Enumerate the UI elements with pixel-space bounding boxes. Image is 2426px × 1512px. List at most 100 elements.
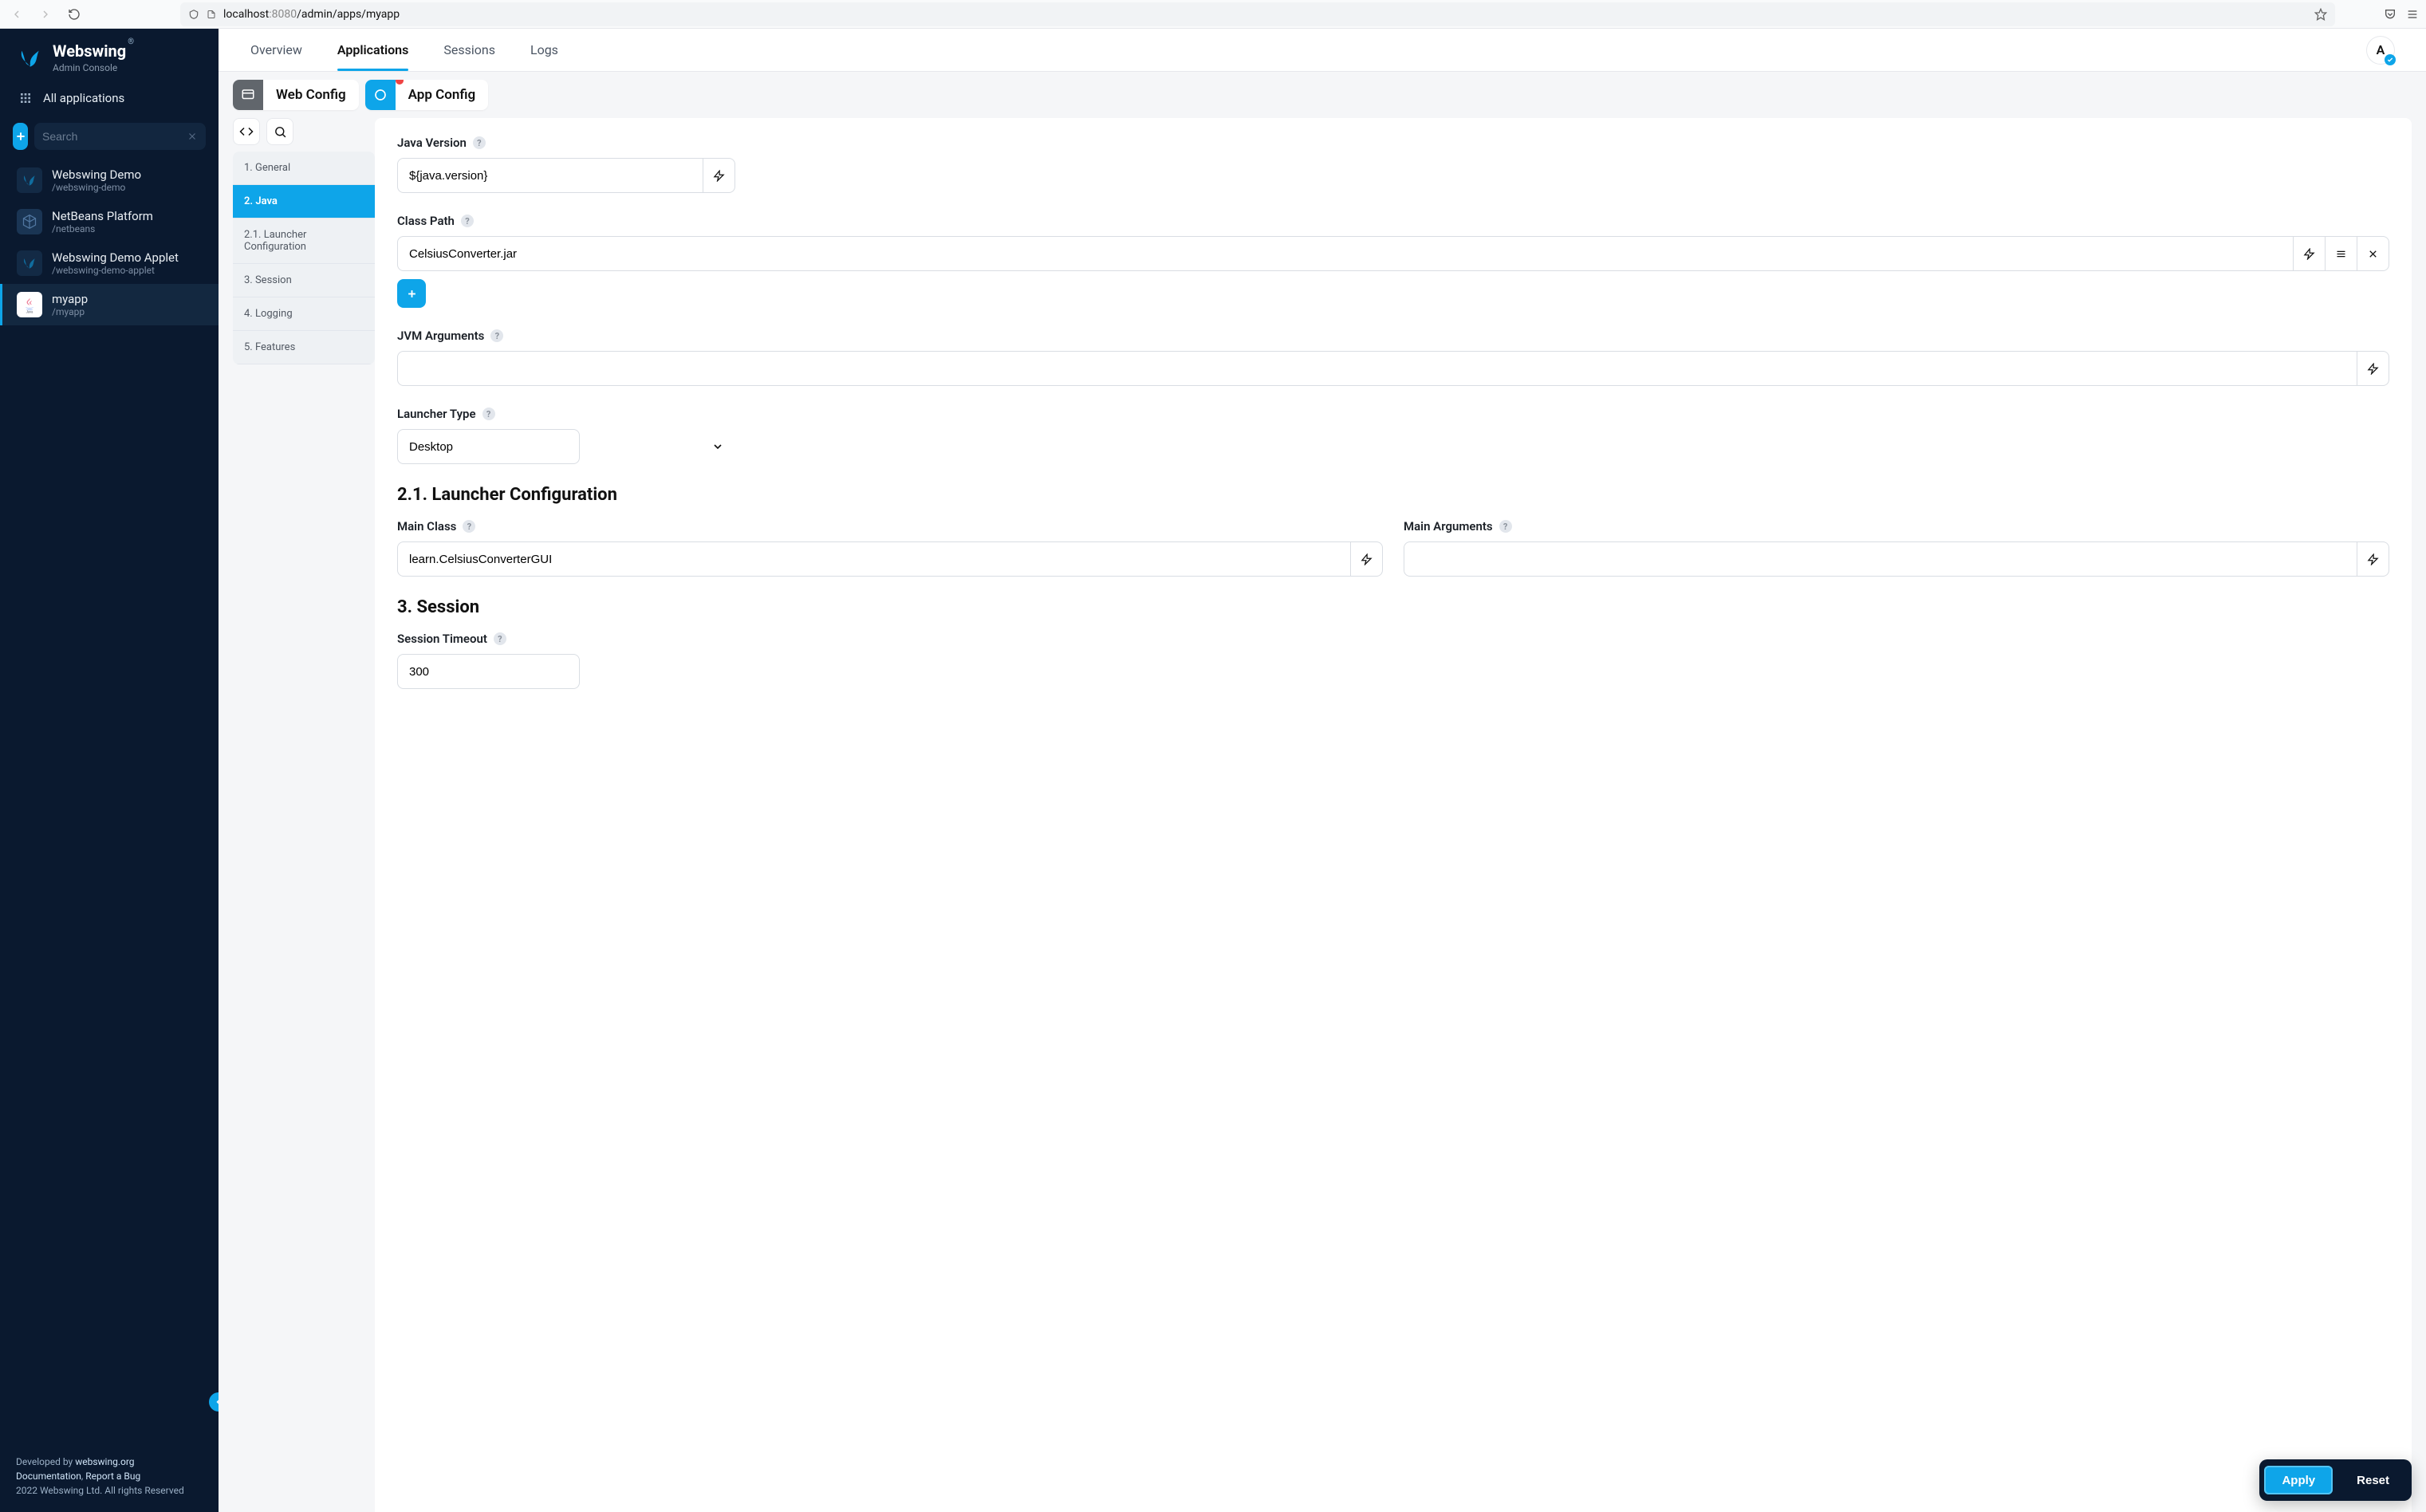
clear-search-icon[interactable] (187, 131, 198, 142)
toc-item-java[interactable]: 2. Java (233, 185, 375, 219)
help-icon[interactable]: ? (482, 408, 495, 420)
help-icon[interactable]: ? (1499, 520, 1512, 533)
app-item-myapp[interactable]: Java myapp/myapp (0, 284, 219, 325)
json-view-button[interactable] (233, 118, 260, 145)
toc-item-launcher-configuration[interactable]: 2.1. Launcher Configuration (233, 219, 375, 264)
tab-web-config[interactable]: Web Config (233, 80, 359, 110)
add-app-button[interactable] (13, 123, 28, 150)
reset-button[interactable]: Reset (2339, 1466, 2407, 1494)
label-main-class: Main Class? (397, 519, 1383, 534)
sidebar-all-applications[interactable]: All applications (0, 80, 219, 116)
input-session-timeout[interactable] (397, 654, 580, 689)
tab-app-config-label: App Config (396, 87, 489, 103)
main: Overview Applications Sessions Logs A We… (219, 29, 2426, 1512)
app-list: Webswing Demo/webswing-demo NetBeans Pla… (0, 159, 219, 1443)
footer-link-documentation[interactable]: Documentation (16, 1471, 81, 1482)
shield-icon (188, 9, 199, 20)
toc-item-features[interactable]: 5. Features (233, 331, 375, 364)
apply-button[interactable]: Apply (2264, 1466, 2333, 1494)
app-icon (17, 209, 42, 234)
variable-resolve-button[interactable] (2294, 236, 2326, 271)
add-classpath-entry-button[interactable] (397, 279, 426, 308)
hamburger-icon[interactable] (2405, 7, 2420, 22)
form-panel: Java Version? Class Path? (375, 118, 2412, 1512)
help-icon[interactable]: ? (494, 632, 506, 645)
tab-sessions[interactable]: Sessions (443, 30, 495, 70)
tab-applications[interactable]: Applications (337, 30, 408, 70)
app-name: Webswing Demo Applet (52, 250, 179, 265)
input-main-arguments[interactable] (1404, 541, 2357, 577)
avatar-initial: A (2377, 42, 2385, 57)
sidebar-all-applications-label: All applications (43, 91, 124, 105)
app-name: myapp (52, 292, 88, 306)
grid-icon (19, 92, 32, 104)
sidebar-footer: Developed by webswing.org Documentation,… (0, 1443, 219, 1512)
page-icon (206, 9, 217, 20)
config-tabs: Web Config App Config (219, 72, 2426, 110)
sidebar-search[interactable] (34, 123, 206, 150)
app-icon (17, 167, 42, 193)
config-toc: 1. General 2. Java 2.1. Launcher Configu… (233, 152, 375, 364)
tab-web-config-label: Web Config (263, 87, 359, 103)
avatar-badge-icon (2385, 54, 2396, 65)
variable-resolve-button[interactable] (2357, 351, 2389, 386)
footer-link-webswing[interactable]: webswing.org (75, 1456, 134, 1467)
app-path: /webswing-demo (52, 182, 141, 193)
footer-link-report-bug[interactable]: Report a Bug (85, 1471, 140, 1482)
top-nav: Overview Applications Sessions Logs A (219, 29, 2426, 72)
help-icon[interactable]: ? (490, 329, 503, 342)
webswing-logo-icon (18, 45, 43, 71)
label-jvm-arguments: JVM Arguments? (397, 329, 2389, 343)
bookmark-icon[interactable] (2314, 8, 2327, 21)
label-class-path: Class Path? (397, 214, 2389, 228)
search-config-button[interactable] (266, 118, 293, 145)
svg-text:Java: Java (26, 310, 34, 313)
chevron-down-icon (711, 440, 724, 453)
variable-resolve-button[interactable] (1351, 541, 1383, 577)
select-launcher-type[interactable] (397, 429, 580, 464)
remove-entry-button[interactable] (2357, 236, 2389, 271)
browser-forward-button[interactable] (35, 4, 56, 25)
app-item-netbeans[interactable]: NetBeans Platform/netbeans (0, 201, 219, 242)
browser-url-bar[interactable]: localhost:8080/admin/apps/myapp (180, 2, 2335, 26)
app-item-webswing-demo[interactable]: Webswing Demo/webswing-demo (0, 159, 219, 201)
search-input[interactable] (42, 130, 187, 143)
label-main-arguments: Main Arguments? (1404, 519, 2389, 534)
app-config-icon (365, 80, 396, 110)
tab-overview[interactable]: Overview (250, 30, 302, 70)
pocket-icon[interactable] (2383, 7, 2397, 22)
brand-subtitle: Admin Console (53, 62, 126, 73)
app-path: /webswing-demo-applet (52, 265, 179, 276)
tab-app-config[interactable]: App Config (365, 80, 489, 110)
footer-copyright: 2022 Webswing Ltd. All rights Reserved (16, 1483, 203, 1498)
app-path: /myapp (52, 306, 88, 317)
label-launcher-type: Launcher Type? (397, 407, 2389, 421)
input-jvm-arguments[interactable] (397, 351, 2357, 386)
input-java-version[interactable] (397, 158, 703, 193)
toc-item-session[interactable]: 3. Session (233, 264, 375, 297)
reorder-handle-icon[interactable] (2326, 236, 2357, 271)
dirty-indicator-icon (396, 80, 404, 85)
toc-item-logging[interactable]: 4. Logging (233, 297, 375, 331)
input-class-path[interactable] (397, 236, 2294, 271)
user-avatar[interactable]: A (2367, 37, 2394, 64)
help-icon[interactable]: ? (473, 136, 486, 149)
browser-chrome: localhost:8080/admin/apps/myapp (0, 0, 2426, 29)
app-name: Webswing Demo (52, 167, 141, 182)
browser-reload-button[interactable] (64, 4, 85, 25)
variable-resolve-button[interactable] (2357, 541, 2389, 577)
toc-item-general[interactable]: 1. General (233, 152, 375, 185)
app-icon (17, 250, 42, 276)
tab-logs[interactable]: Logs (530, 30, 558, 70)
browser-back-button[interactable] (6, 4, 27, 25)
help-icon[interactable]: ? (463, 520, 475, 533)
app-item-webswing-demo-applet[interactable]: Webswing Demo Applet/webswing-demo-apple… (0, 242, 219, 284)
label-session-timeout: Session Timeout? (397, 632, 2389, 646)
brand-title: Webswing® (53, 43, 126, 59)
section-session: 3. Session (397, 597, 2389, 617)
variable-resolve-button[interactable] (703, 158, 735, 193)
help-icon[interactable]: ? (461, 215, 474, 227)
brand: Webswing® Admin Console (0, 29, 219, 80)
sidebar: Webswing® Admin Console All applications (0, 29, 219, 1512)
input-main-class[interactable] (397, 541, 1351, 577)
